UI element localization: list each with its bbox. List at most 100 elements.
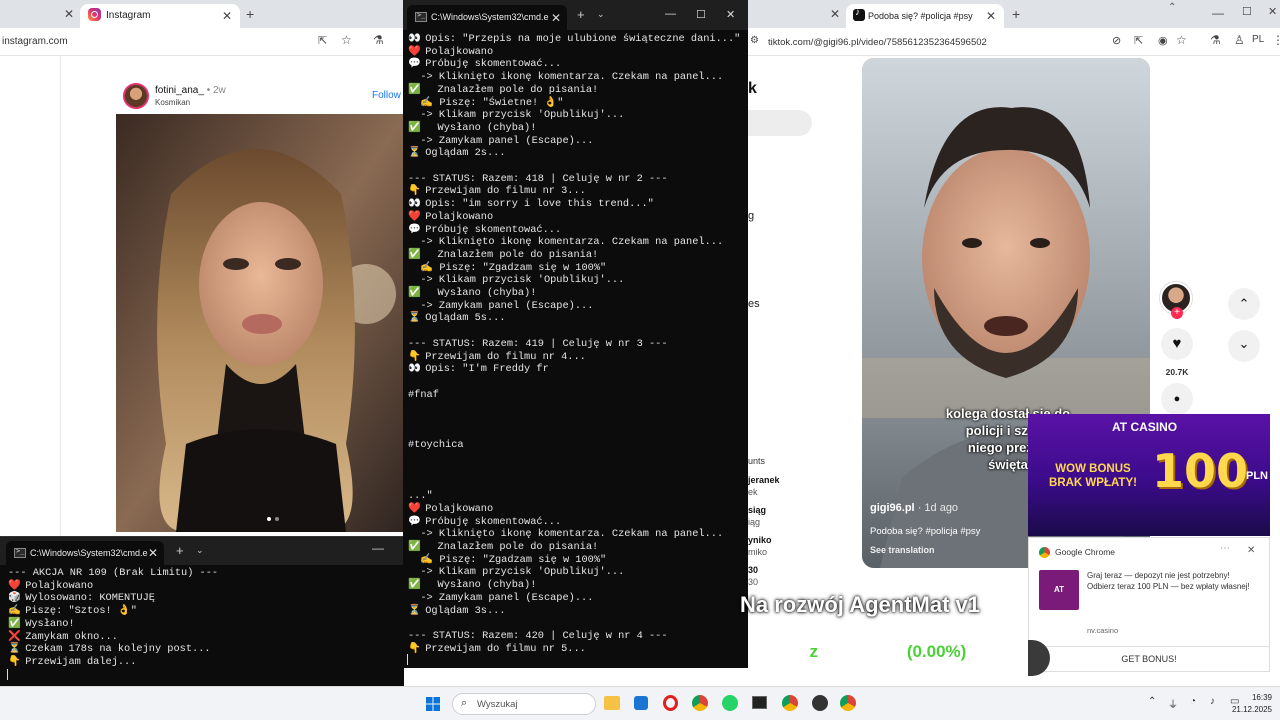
casino-ad-banner[interactable]: AT CASINO WOW BONUS BRAK WPŁATY! 100 PLN (1028, 414, 1270, 536)
maximize-icon[interactable]: ☐ (1242, 5, 1252, 18)
notification-line: Odbierz teraz 100 PLN — bez wpłaty własn… (1087, 582, 1250, 591)
partial-account[interactable]: jeranek (748, 475, 780, 485)
maximize-icon[interactable]: ☐ (696, 8, 706, 21)
terminal-line-text: ✍ Piszę: "Zgadzam się w 100%" (408, 261, 607, 274)
avatar[interactable] (123, 83, 149, 109)
profile-icon[interactable]: ⌃ (1168, 2, 1176, 13)
author-name[interactable]: gigi96.pl (870, 502, 915, 514)
opera-icon[interactable] (663, 695, 678, 711)
minimize-icon[interactable]: — (665, 8, 676, 20)
partial-account[interactable]: iąg (748, 517, 760, 527)
app-icon[interactable] (812, 695, 828, 711)
partial-account[interactable]: ek (748, 487, 758, 497)
like-icon[interactable]: ♥ (1161, 328, 1193, 360)
account-icon[interactable]: ♙ (1234, 33, 1245, 47)
terminal-tab[interactable]: C:\Windows\System32\cmd.e ✕ (6, 541, 164, 565)
terminal-line: 👀 Opis: "I'm Freddy fr (408, 363, 740, 376)
close-icon[interactable]: ✕ (148, 546, 158, 560)
see-translation-link[interactable]: See translation (870, 545, 935, 555)
chrome-icon[interactable] (692, 695, 708, 711)
system-clock[interactable]: 16:39 21.12.2025 (1232, 692, 1272, 716)
eye-off-icon[interactable]: ◉ (1158, 34, 1168, 47)
chrome-icon[interactable] (840, 695, 856, 711)
post-username[interactable]: fotini_ana_ • 2w (155, 85, 226, 96)
new-tab-icon[interactable]: + (176, 543, 184, 558)
terminal-line: ✅ Znalazłem pole do pisania! (408, 84, 740, 97)
whatsapp-icon[interactable] (722, 695, 738, 711)
tab-instagram[interactable]: Instagram ✕ (80, 4, 240, 28)
comment-icon[interactable]: ● (1161, 383, 1193, 415)
cast-icon[interactable]: ⊘ (1112, 34, 1121, 47)
terminal-tab[interactable]: C:\Windows\System32\cmd.e ✕ (407, 5, 567, 30)
left-address-bar[interactable]: instagram.com ⇱ ☆ ⚗ (0, 28, 404, 56)
install-icon[interactable]: ⇱ (1134, 34, 1143, 47)
new-tab-icon[interactable]: + (246, 6, 254, 22)
chrome-icon (1039, 547, 1050, 558)
terminal-line: --- AKCJA NR 109 (Brak Limitu) --- (8, 567, 218, 580)
close-icon[interactable]: ✕ (551, 11, 561, 25)
file-explorer-icon[interactable] (604, 696, 620, 710)
follow-button[interactable]: Follow (372, 90, 401, 101)
language-badge[interactable]: PL (1252, 34, 1264, 45)
chrome-notification[interactable]: Google Chrome ⋯ ✕ AT Graj teraz — depozy… (1028, 537, 1270, 672)
usb-icon[interactable]: ⏚ (1168, 696, 1178, 711)
volume-icon[interactable]: ♪ (1210, 696, 1215, 707)
new-tab-icon[interactable]: + (577, 7, 585, 22)
tab-tiktok[interactable]: Podoba się? #policja #psy ✕ (846, 4, 1004, 28)
main-terminal-window[interactable]: C:\Windows\System32\cmd.e ✕ + ⌄ — ☐ ✕ 👀 … (403, 0, 748, 668)
more-icon[interactable]: ⋯ (1220, 543, 1230, 554)
install-icon[interactable]: ⇱ (318, 34, 327, 47)
partial-account[interactable]: 30 (748, 565, 758, 575)
status-emoji-icon: 👀 (408, 363, 421, 376)
terminal-line-text: Polajkowano (25, 579, 94, 592)
search-icon: ⌕ (461, 697, 468, 709)
post-image[interactable] (116, 114, 404, 532)
terminal-line: ✅ Znalazłem pole do pisania! (408, 541, 740, 554)
terminal-icon[interactable] (752, 696, 767, 709)
partial-menu-item[interactable]: es (748, 298, 760, 310)
minimize-icon[interactable]: — (372, 541, 384, 555)
wifi-icon[interactable]: ◔ (1190, 696, 1196, 707)
chevron-down-icon[interactable]: ⌄ (1228, 330, 1260, 362)
close-icon[interactable]: ✕ (64, 7, 74, 21)
partial-account[interactable]: yniko (748, 535, 772, 545)
windows-start-icon[interactable] (426, 697, 440, 711)
terminal-line-text: Znalazłem pole do pisania! (425, 540, 599, 553)
store-icon[interactable] (634, 696, 648, 710)
taskbar-search-input[interactable]: ⌕ Wyszukaj (452, 693, 596, 715)
extension-icon[interactable]: ⚗ (373, 33, 384, 47)
follow-plus-icon[interactable]: + (1171, 307, 1183, 319)
partial-account[interactable]: siąg (748, 505, 766, 515)
chevron-down-icon[interactable]: ⌄ (196, 545, 204, 556)
chevron-up-icon[interactable]: ⌃ (1148, 696, 1156, 707)
partial-menu-item[interactable]: g (748, 210, 754, 222)
menu-icon[interactable]: ⋮ (1272, 33, 1280, 47)
chrome-icon[interactable] (782, 695, 798, 711)
site-info-icon[interactable]: ⚙ (750, 35, 759, 46)
close-icon[interactable]: ✕ (1247, 545, 1255, 556)
post-subtitle: Kosmikan (155, 98, 191, 107)
partial-account[interactable]: 30 (748, 577, 758, 587)
new-tab-icon[interactable]: + (1012, 6, 1020, 22)
close-icon[interactable]: ✕ (726, 8, 735, 21)
partial-account[interactable]: miko (748, 547, 767, 557)
video-author[interactable]: gigi96.pl · 1d ago (870, 502, 958, 514)
username[interactable]: fotini_ana_ (155, 85, 204, 96)
close-icon[interactable]: ✕ (222, 9, 232, 23)
close-icon[interactable]: ✕ (1268, 5, 1277, 18)
chevron-up-icon[interactable]: ⌃ (1228, 288, 1260, 320)
status-emoji-icon: ✅ (408, 287, 421, 300)
search-pill[interactable] (748, 110, 812, 136)
close-icon[interactable]: ✕ (830, 7, 840, 21)
star-icon[interactable]: ☆ (1176, 33, 1187, 47)
secondary-terminal-window[interactable]: C:\Windows\System32\cmd.e ✕ + ⌄ — --- AK… (0, 536, 404, 686)
star-icon[interactable]: ☆ (341, 33, 352, 47)
chevron-down-icon[interactable]: ⌄ (597, 9, 605, 20)
minimize-icon[interactable]: — (1212, 6, 1224, 20)
get-bonus-button[interactable]: GET BONUS! (1029, 646, 1269, 672)
extension-icon[interactable]: ⚗ (1210, 33, 1221, 47)
right-address-bar[interactable]: ⚙ tiktok.com/@gigi96.pl/video/7585612352… (748, 28, 1280, 56)
close-icon[interactable]: ✕ (986, 9, 996, 23)
